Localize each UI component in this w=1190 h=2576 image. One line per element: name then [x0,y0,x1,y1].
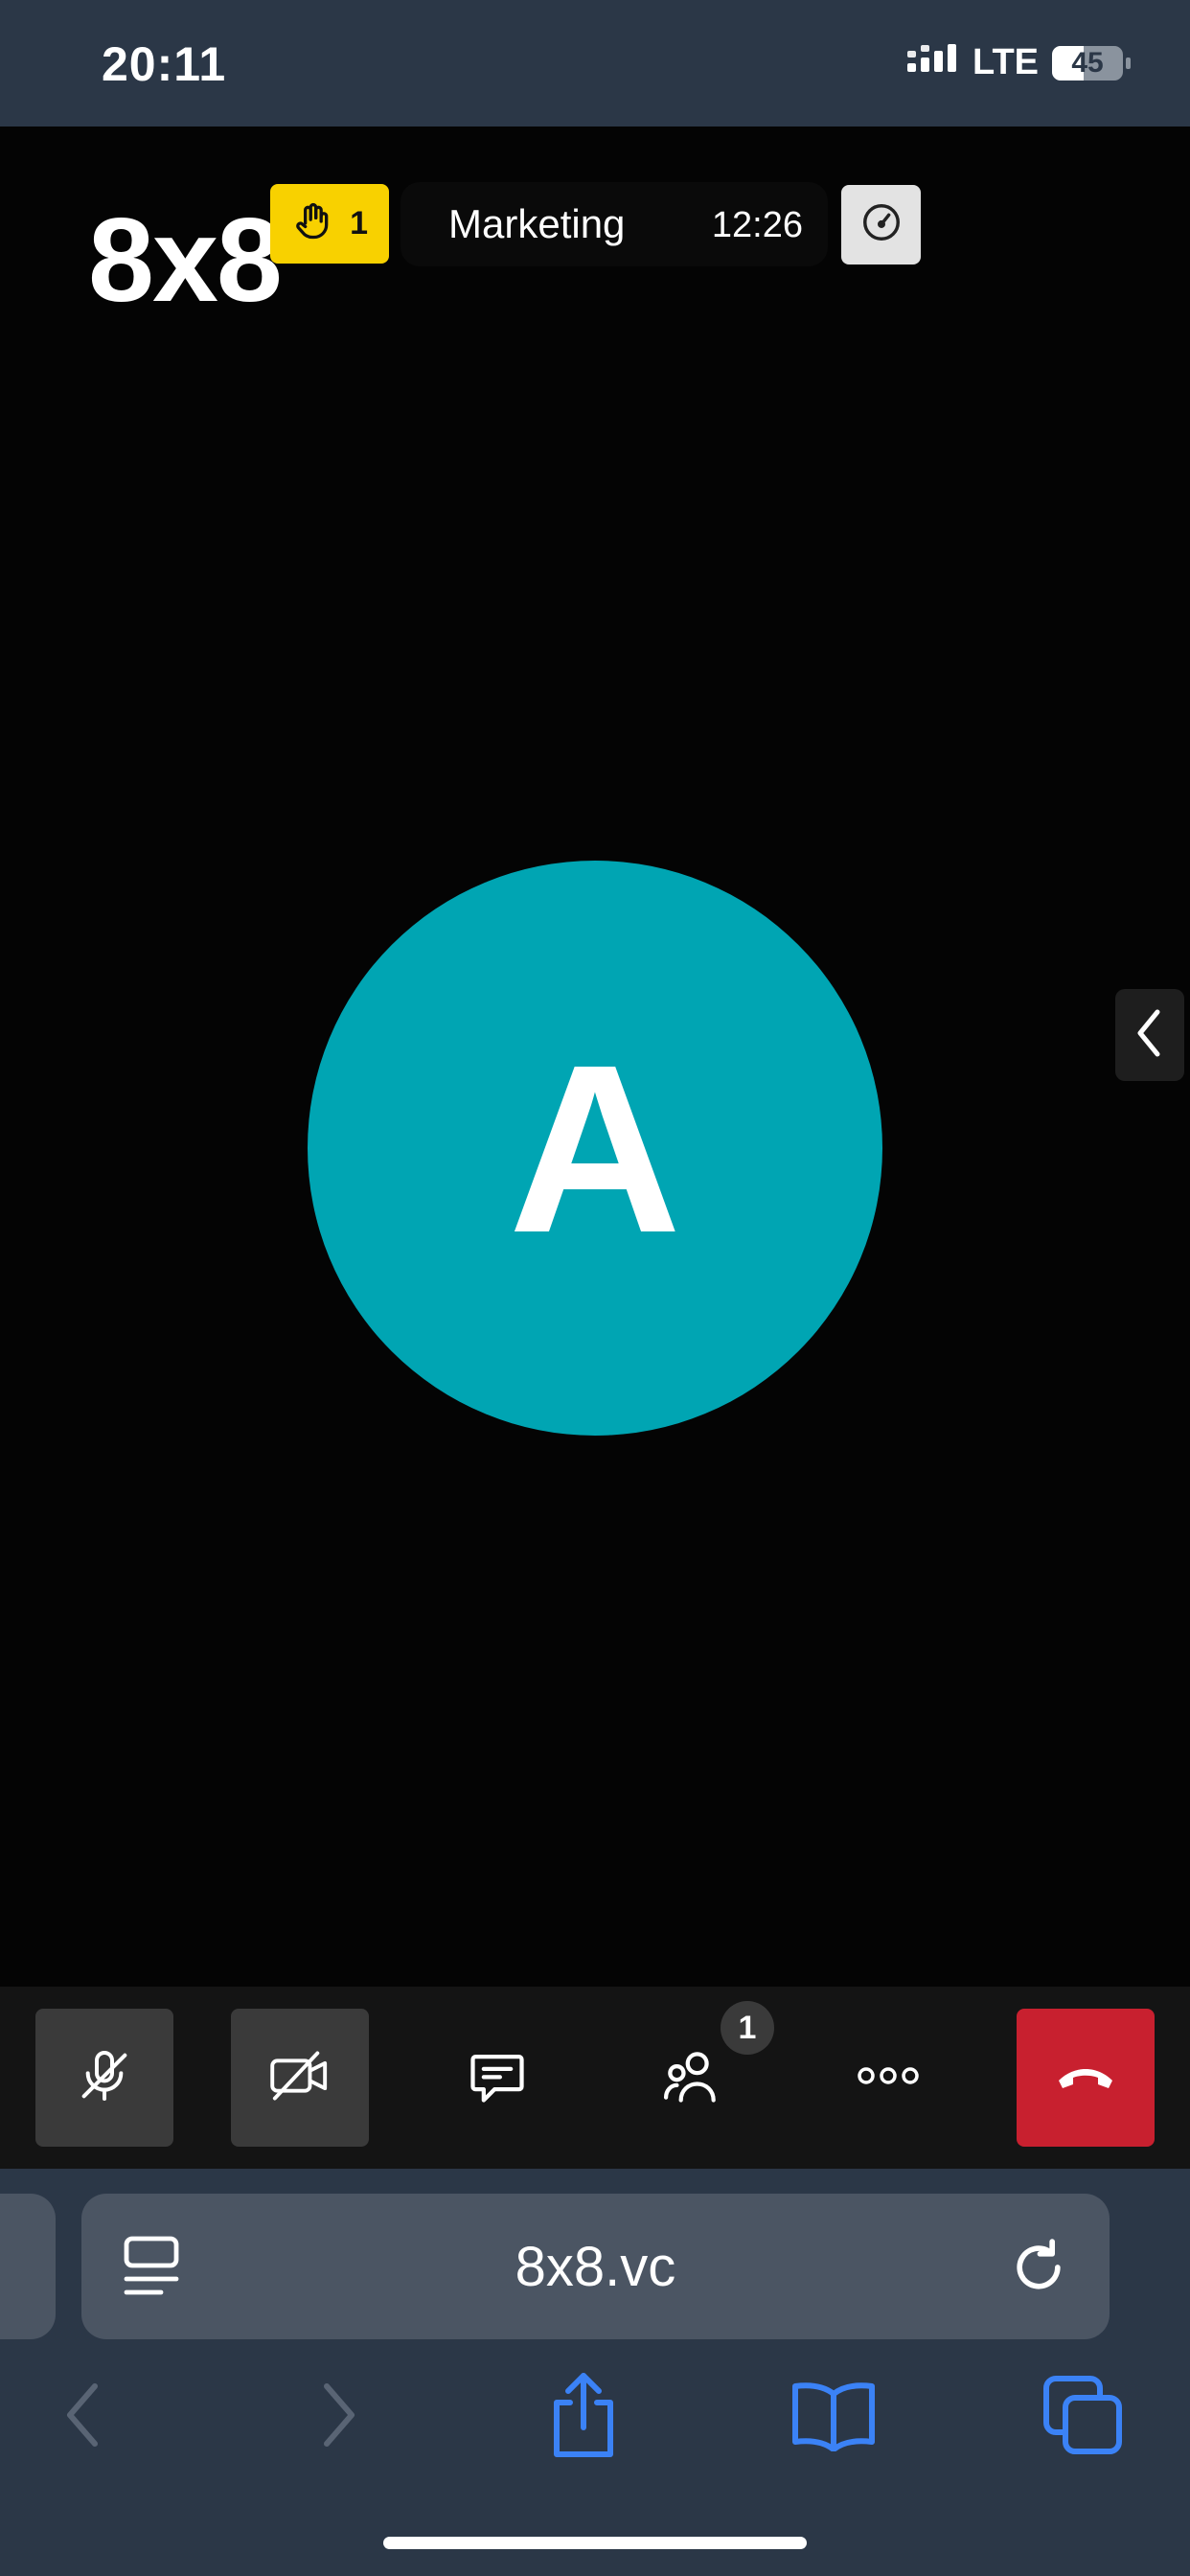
raised-hands-count: 1 [350,205,368,242]
filmstrip-toggle-button[interactable] [1115,989,1184,1081]
meeting-name: Marketing [448,201,626,246]
back-icon[interactable] [34,2367,130,2463]
battery-level: 45 [1071,46,1104,79]
mute-button[interactable] [35,2009,173,2147]
status-time: 20:11 [102,37,227,91]
status-indicators: LTE 45 [907,42,1131,83]
meeting-toolbar [0,1987,1190,2169]
participants-icon [659,2043,724,2113]
avatar-initial: A [508,1014,682,1282]
chat-icon [465,2043,530,2113]
mic-off-icon [74,2045,135,2111]
more-actions-button[interactable] [819,2009,957,2147]
raised-hands-button[interactable]: 1 [270,184,389,264]
chat-button[interactable] [428,2009,566,2147]
participant-avatar: A [308,861,882,1436]
previous-tab-peek[interactable] [0,2194,56,2339]
tabs-icon[interactable] [1035,2367,1131,2463]
more-icon [857,2064,920,2092]
chevron-left-icon [1131,1004,1169,1067]
camera-off-icon [267,2045,332,2111]
signal-icon [907,44,959,81]
connection-stats-button[interactable] [841,185,921,264]
bookmarks-icon[interactable] [786,2367,881,2463]
video-button[interactable] [231,2009,369,2147]
hang-up-icon [1055,2059,1116,2097]
meeting-info: Marketing 12:26 [400,182,828,266]
brand-logo: 8x8 [88,195,283,327]
forward-icon[interactable] [291,2367,387,2463]
hang-up-button[interactable] [1017,2009,1155,2147]
url-text[interactable]: 8x8.vc [81,2235,1110,2299]
share-icon[interactable] [536,2367,631,2463]
participants-count-badge: 1 [721,2001,774,2055]
reload-icon[interactable] [1006,2235,1071,2305]
meeting-timer: 12:26 [711,205,803,245]
raised-hand-icon [291,200,333,247]
network-type: LTE [973,42,1039,82]
speedometer-icon [859,200,904,249]
home-indicator [383,2537,807,2549]
battery-icon: 45 [1052,45,1131,80]
